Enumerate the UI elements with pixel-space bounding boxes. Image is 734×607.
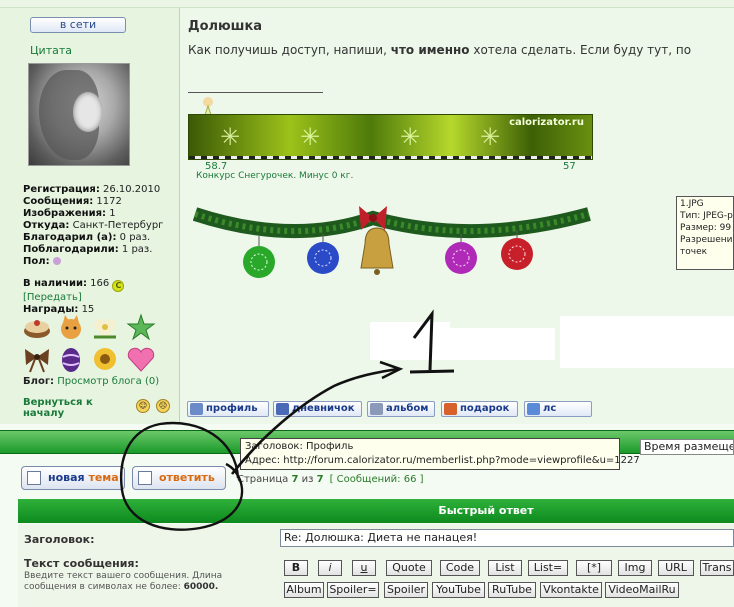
bbcode-italic-button[interactable]: i <box>318 560 342 576</box>
ticker-goal-weight: 57 <box>563 161 576 172</box>
stat-was-thanked: Поблагодарили: 1 раз. <box>23 244 153 255</box>
stat-images: Изображения: 1 <box>23 208 116 219</box>
cat-award-icon[interactable] <box>56 313 86 341</box>
private-message-button[interactable]: лс <box>524 401 592 417</box>
female-gender-icon <box>52 257 61 265</box>
pagination: Страница 7 из 7[ Сообщений: 66 ] <box>237 474 424 485</box>
transfer-link[interactable]: [Передать] <box>23 292 82 303</box>
bbcode-album-button[interactable]: Album <box>284 582 324 598</box>
avatar-face <box>73 92 103 132</box>
subject-label: Заголовок: <box>24 533 95 546</box>
redacted-area <box>560 316 734 368</box>
star-award-icon[interactable] <box>126 313 156 341</box>
coin-icon: C <box>112 280 125 292</box>
reply-button[interactable]: ответить <box>132 466 226 490</box>
image-info-tooltip: 1.JPG Тип: JPEG-р Размер: 99 Разрешение … <box>676 196 734 270</box>
stat-registration: Регистрация: 26.10.2010 <box>23 184 161 195</box>
stat-available: В наличии: 166 C <box>23 278 179 292</box>
reply-icon <box>138 471 152 485</box>
forum-page: в сети Цитата Регистрация: 26.10.2010 Со… <box>0 0 734 607</box>
blog-row: Блог: Просмотр блога (0) <box>23 376 160 387</box>
bbcode-url-button[interactable]: URL <box>658 560 694 576</box>
subject-input[interactable]: Re: Долюшка: Диета не панацея! <box>280 529 734 547</box>
bbcode-list-ordered-button[interactable]: List= <box>528 560 568 576</box>
online-status-button[interactable]: в сети <box>30 17 126 33</box>
bbcode-translit-button[interactable]: Trans <box>700 560 734 576</box>
tree-icon: ✳ <box>219 123 241 151</box>
profile-button[interactable]: профиль <box>187 401 269 417</box>
quick-reply-header: Быстрый ответ <box>18 499 734 523</box>
sort-order-select[interactable]: Время размещения <box>640 439 734 455</box>
diary-button[interactable]: дневничок <box>273 401 362 417</box>
gift-icon <box>444 403 457 415</box>
christmas-garland-image <box>193 206 591 278</box>
stat-location: Откуда: Санкт-Петербург <box>23 220 164 231</box>
album-button[interactable]: альбом <box>367 401 435 417</box>
tree-icon: ✳ <box>399 123 421 151</box>
sad-icon[interactable]: ☹ <box>156 399 170 413</box>
bbcode-videomailru-button[interactable]: VideoMailRu <box>605 582 679 598</box>
post-text: Как получишь доступ, напиши, что именно … <box>188 43 692 57</box>
bbcode-quote-button[interactable]: Quote <box>386 560 432 576</box>
stat-gender: Пол: <box>23 256 179 268</box>
redacted-area <box>450 328 555 360</box>
bbcode-list-item-button[interactable]: [*] <box>576 560 612 576</box>
stat-thanked: Благодарил (а): 0 раз. <box>23 232 151 243</box>
new-topic-icon <box>27 471 41 485</box>
bow-award-icon[interactable] <box>22 345 52 373</box>
view-blog-link[interactable]: Просмотр блога (0) <box>57 376 159 387</box>
tree-icon: ✳ <box>479 123 501 151</box>
post-title: Долюшка <box>188 19 263 34</box>
message-label: Текст сообщения: <box>24 557 139 570</box>
new-topic-button[interactable]: новая тема <box>21 466 125 490</box>
tree-icon: ✳ <box>299 123 321 151</box>
sunflower-award-icon[interactable] <box>90 345 120 373</box>
smile-icon[interactable]: ☺ <box>136 399 150 413</box>
avatar <box>28 63 130 166</box>
signature-divider <box>188 92 323 93</box>
cake-award-icon[interactable] <box>22 313 52 341</box>
flower-award-icon[interactable] <box>90 313 120 341</box>
back-to-top-link[interactable]: Вернуться к началу <box>23 397 113 419</box>
redacted-area <box>370 322 450 360</box>
stat-messages: Сообщения: 1172 <box>23 196 122 207</box>
bow-icon <box>359 206 387 230</box>
bbcode-spoiler-titled-button[interactable]: Spoiler= <box>327 582 379 598</box>
bbcode-img-button[interactable]: Img <box>618 560 652 576</box>
egg-award-icon[interactable] <box>56 345 86 373</box>
top-strip <box>0 0 734 8</box>
bbcode-spoiler-button[interactable]: Spoiler <box>384 582 428 598</box>
pm-icon <box>527 403 540 415</box>
profile-stats: Регистрация: 26.10.2010 Сообщения: 1172 … <box>23 184 179 316</box>
bbcode-bold-button[interactable]: B <box>284 560 308 576</box>
diary-icon <box>276 403 289 415</box>
ticker-progress-tape <box>189 156 592 159</box>
bbcode-underline-button[interactable]: u <box>352 560 376 576</box>
ticker-brand: calorizator.ru <box>509 117 584 128</box>
diet-ticker-banner: ✳ ✳ ✳ ✳ calorizator.ru <box>188 114 593 160</box>
album-icon <box>370 403 383 415</box>
bbcode-vkontakte-button[interactable]: Vkontakte <box>540 582 602 598</box>
bbcode-rutube-button[interactable]: RuTube <box>488 582 536 598</box>
link-tooltip: Заголовок: Профиль Адрес: http://forum.c… <box>240 438 640 470</box>
bbcode-code-button[interactable]: Code <box>440 560 480 576</box>
ticker-caption: Конкурс Снегурочек. Минус 0 кг. <box>196 171 354 181</box>
message-length-hint: Введите текст вашего сообщения. Длина со… <box>24 571 223 592</box>
gift-button[interactable]: подарок <box>441 401 518 417</box>
quote-link[interactable]: Цитата <box>30 44 72 57</box>
heart-award-icon[interactable] <box>126 345 156 373</box>
bbcode-list-button[interactable]: List <box>488 560 522 576</box>
profile-icon <box>190 403 203 415</box>
bbcode-youtube-button[interactable]: YouTube <box>432 582 485 598</box>
